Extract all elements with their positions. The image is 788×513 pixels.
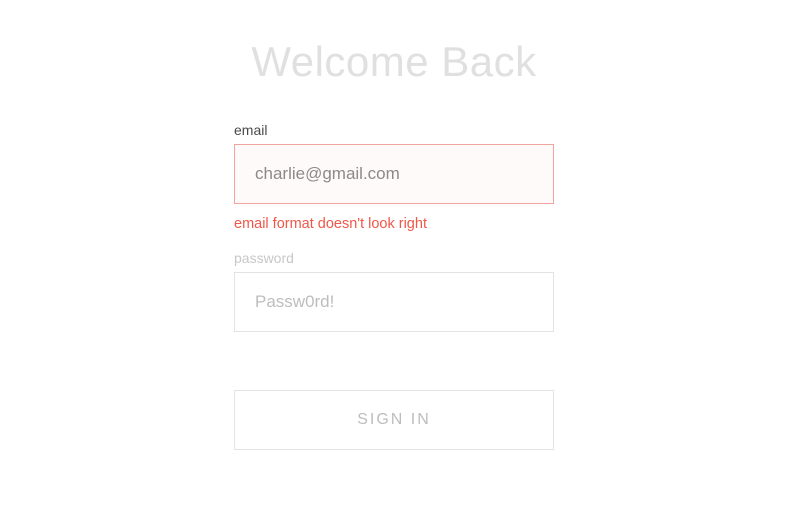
password-label: password [234,250,554,266]
sign-in-button[interactable]: SIGN IN [234,390,554,450]
email-error-message: email format doesn't look right [234,216,554,232]
email-input[interactable] [234,144,554,204]
email-field-group: email email format doesn't look right [234,122,554,232]
login-form: Welcome Back email email format doesn't … [234,38,554,513]
email-label: email [234,122,554,138]
password-field-group: password [234,250,554,332]
page-title: Welcome Back [251,38,536,86]
password-input[interactable] [234,272,554,332]
